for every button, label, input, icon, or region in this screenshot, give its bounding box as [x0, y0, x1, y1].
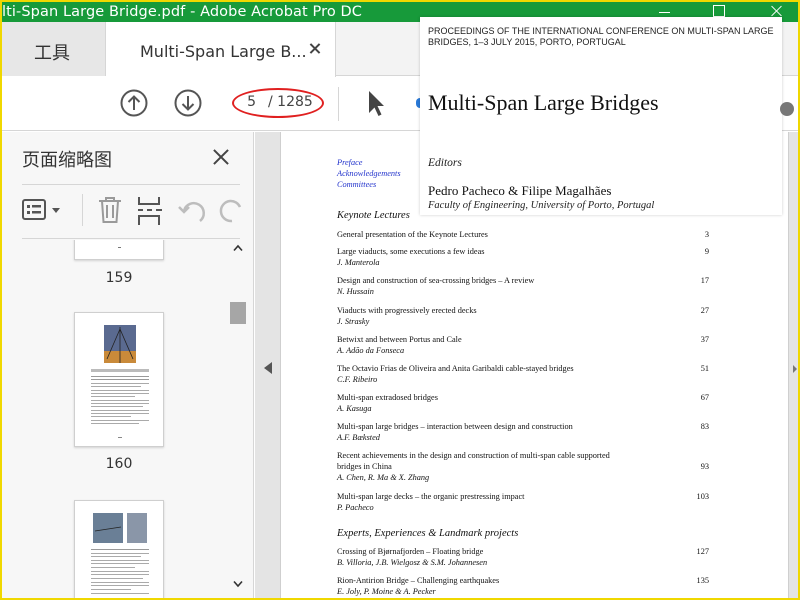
panel-divider — [22, 238, 240, 239]
toc-entry-page: 9 — [704, 247, 709, 256]
toc-entry-page: 27 — [700, 306, 709, 315]
toc-entry-page: 67 — [700, 393, 709, 402]
toc-entry-page: 17 — [700, 276, 709, 285]
thumbnail-options-icon[interactable] — [22, 197, 64, 223]
toc-entry-authors: A. Kasuga — [337, 404, 372, 413]
toc-entry-title: Large viaducts, some executions a few id… — [337, 247, 485, 256]
toc-entry-page: 37 — [700, 335, 709, 344]
thumbnail-page-number: 160 — [105, 456, 133, 472]
toc-entry-title: General presentation of the Keynote Lect… — [337, 230, 488, 239]
thumbnail-page-preview — [91, 513, 149, 594]
page-number-highlight-ellipse — [232, 88, 324, 118]
cover-editor-names: Pedro Pacheco & Filipe Magalhães — [428, 183, 612, 198]
cover-editors-label: Editors — [428, 157, 462, 169]
tab-tools[interactable]: 工具 — [2, 22, 106, 76]
toc-entry-title: Multi-span extradosed bridges — [337, 393, 438, 402]
close-tab-icon[interactable] — [306, 40, 324, 58]
trash-icon[interactable] — [96, 195, 124, 225]
thumbnail-page[interactable] — [74, 240, 164, 260]
scroll-up-icon[interactable] — [233, 244, 243, 252]
toc-entry-page: 135 — [696, 576, 709, 585]
collapse-left-panel-icon[interactable] — [264, 362, 272, 374]
toc-entry-title: Crossing of Bjørnafjorden – Floating bri… — [337, 547, 484, 556]
acrobat-window: lti-Span Large Bridge.pdf - Adobe Acroba… — [2, 2, 798, 598]
toc-entry-authors: N. Hussain — [337, 287, 374, 296]
toc-entry-title: Design and construction of sea-crossing … — [337, 276, 535, 285]
toc-section-heading: Keynote Lectures — [337, 210, 410, 221]
thumbnail-page-preview — [91, 325, 149, 438]
toc-entry-authors: C.F. Ribeiro — [337, 375, 378, 384]
cover-proceedings-header: PROCEEDINGS OF THE INTERNATIONAL CONFERE… — [428, 26, 774, 47]
add-icon[interactable] — [780, 102, 794, 116]
thumbnail-page[interactable] — [74, 312, 164, 447]
toolbar-divider — [338, 87, 339, 121]
toc-entry-title: Betwixt and between Portus and Cale — [337, 335, 462, 344]
undo-icon[interactable] — [178, 197, 208, 225]
toc-entry-title-continued: bridges in China — [337, 462, 392, 471]
toc-entry-authors: J. Strasky — [337, 317, 370, 326]
toc-entry-title: Recent achievements in the design and co… — [337, 451, 610, 460]
panel-title: 页面缩略图 — [22, 150, 112, 171]
toc-entry-page: 3 — [704, 230, 709, 239]
thumbnail-page[interactable] — [74, 500, 164, 598]
toc-entry-authors: A. Adão da Fonseca — [337, 346, 405, 355]
toc-entry-authors: B. Villoria, J.B. Wielgosz & S.M. Johann… — [337, 558, 488, 567]
book-cover-overlay: PROCEEDINGS OF THE INTERNATIONAL CONFERE… — [420, 17, 782, 215]
scrollbar-thumb[interactable] — [230, 302, 246, 324]
toc-entry-authors: A.F. Bæksted — [337, 433, 380, 442]
scroll-down-icon[interactable] — [233, 580, 243, 588]
cover-affiliation: Faculty of Engineering, University of Po… — [428, 200, 655, 211]
insert-page-icon[interactable] — [136, 195, 164, 227]
toc-entry-authors: P. Pacheco — [337, 503, 374, 512]
arrow-up-circle-icon[interactable] — [119, 88, 149, 118]
panel-divider — [22, 184, 240, 185]
thumbnail-list: 159 160 — [2, 240, 228, 598]
arrow-down-circle-icon[interactable] — [173, 88, 203, 118]
toc-entry-authors: A. Chen, R. Ma & X. Zhang — [337, 473, 430, 482]
tab-tools-label: 工具 — [34, 43, 70, 64]
toc-entry-page: 103 — [696, 492, 709, 501]
thumbnail-scrollbar[interactable] — [230, 240, 246, 598]
tab-document-label: Multi-Span Large B... — [140, 42, 307, 61]
panel-toolbar-divider — [82, 194, 83, 226]
toc-entry-authors: E. Joly, P. Moine & A. Pecker — [337, 587, 436, 596]
toc-link-acknowledgements[interactable]: Acknowledgements — [337, 168, 401, 179]
toc-link-preface[interactable]: Preface — [337, 157, 363, 168]
expand-right-panel-icon[interactable] — [793, 365, 797, 373]
cover-title: Multi-Span Large Bridges — [428, 90, 659, 115]
toc-entry-page: 127 — [696, 547, 709, 556]
redo-icon[interactable] — [218, 197, 242, 225]
toc-entry-authors: J. Manterola — [337, 258, 380, 267]
thumbnail-page-number: 159 — [105, 270, 133, 286]
toc-entry-title: The Octavio Frias de Oliveira and Anita … — [337, 364, 574, 373]
toc-entry-title: Viaducts with progressively erected deck… — [337, 306, 477, 315]
cursor-arrow-icon[interactable] — [366, 89, 386, 119]
toc-entry-page: 83 — [700, 422, 709, 431]
toc-entry-page: 51 — [700, 364, 709, 373]
toc-entry-title: Rion-Antirion Bridge – Challenging earth… — [337, 576, 500, 585]
toc-link-committees[interactable]: Committees — [337, 179, 376, 190]
toc-section-heading: Experts, Experiences & Landmark projects — [337, 528, 519, 539]
toc-entry-title: Multi-span large decks – the organic pre… — [337, 492, 525, 501]
close-panel-icon[interactable] — [210, 146, 232, 168]
toc-entry-title: Multi-span large bridges – interaction b… — [337, 422, 573, 431]
window-title: lti-Span Large Bridge.pdf - Adobe Acroba… — [2, 4, 363, 20]
toc-entry-page: 93 — [700, 462, 709, 471]
tab-document[interactable]: Multi-Span Large B... — [106, 22, 336, 77]
page-thumbnails-panel: 页面缩略图 159 160 — [2, 132, 254, 598]
